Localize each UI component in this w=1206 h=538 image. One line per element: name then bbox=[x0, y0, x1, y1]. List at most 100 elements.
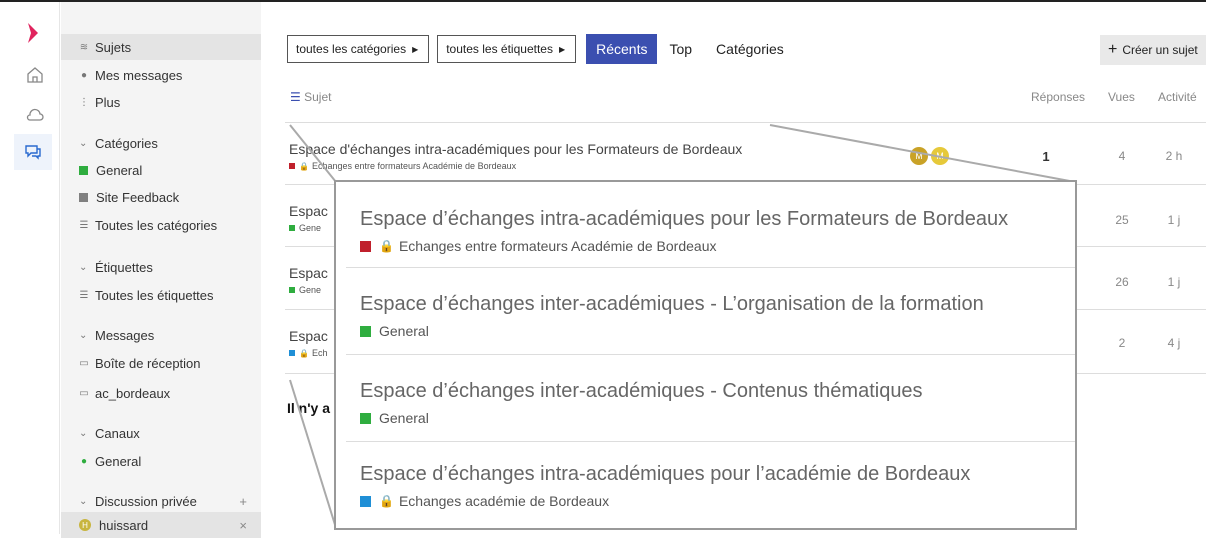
sidebar-section-label: Canaux bbox=[95, 425, 140, 441]
activity-time[interactable]: 1 j bbox=[1154, 213, 1194, 227]
category-label: Echanges académie de Bordeaux bbox=[398, 493, 610, 509]
sidebar-section-channels[interactable]: ⌄ Canaux bbox=[61, 420, 261, 446]
close-icon[interactable]: × bbox=[239, 518, 247, 533]
sidebar-section-tags[interactable]: ⌄ Étiquettes bbox=[61, 254, 261, 280]
callout-topic-category[interactable]: General bbox=[360, 323, 429, 339]
topic-category[interactable]: 🔒 Ech bbox=[289, 348, 327, 358]
list-icon: ☰ bbox=[290, 90, 301, 104]
sidebar-item-inbox[interactable]: ▭ Boîte de réception bbox=[61, 350, 261, 376]
sidebar-section-private-discussion[interactable]: ⌄ Discussion privée + bbox=[61, 488, 261, 514]
sidebar-section-categories[interactable]: ⌄ Catégories bbox=[61, 130, 261, 156]
sidebar-item-label: Site Feedback bbox=[96, 189, 180, 205]
list-item[interactable]: Espace d’échanges inter-académiques - L’… bbox=[346, 269, 1075, 355]
chat-bubble-icon: ● bbox=[80, 455, 88, 467]
add-icon[interactable]: + bbox=[239, 494, 247, 509]
chevron-down-icon: ⌄ bbox=[79, 495, 88, 507]
chevron-down-icon: ⌄ bbox=[79, 329, 88, 341]
chevron-down-icon: ⌄ bbox=[79, 427, 88, 439]
sidebar-item-label: huissard bbox=[99, 517, 149, 533]
sidebar-item-label: Toutes les catégories bbox=[95, 217, 218, 233]
sidebar-item-channel-general[interactable]: ● General bbox=[61, 448, 261, 474]
category-color-swatch bbox=[289, 163, 295, 169]
sidebar-item-mes-messages[interactable]: ● Mes messages bbox=[61, 62, 261, 88]
topic-category[interactable]: 🔒 Echanges entre formateurs Académie de … bbox=[289, 161, 516, 171]
home-icon[interactable] bbox=[22, 62, 48, 88]
more-vertical-icon: ⋮ bbox=[79, 96, 89, 108]
column-header-topic[interactable]: ☰ Sujet bbox=[290, 90, 331, 104]
list-icon: ☰ bbox=[79, 289, 89, 301]
category-color-swatch bbox=[79, 192, 88, 202]
callout-topic-title[interactable]: Espace d’échanges inter-académiques - L’… bbox=[360, 293, 984, 316]
chat-icon[interactable] bbox=[14, 134, 52, 170]
tab-recent[interactable]: Récents bbox=[586, 34, 658, 64]
callout-topic-title[interactable]: Espace d’échanges intra-académiques pour… bbox=[360, 463, 970, 486]
table-row[interactable]: Espace d'échanges intra-académiques pour… bbox=[285, 123, 1206, 185]
sidebar-item-label: Toutes les étiquettes bbox=[95, 287, 214, 303]
callout-topic-title[interactable]: Espace d’échanges intra-académiques pour… bbox=[360, 208, 1008, 231]
sidebar-item-label: Sujets bbox=[95, 39, 132, 55]
topic-title-link[interactable]: Espac bbox=[289, 203, 328, 219]
tags-dropdown-label: toutes les étiquettes bbox=[446, 42, 553, 56]
category-label: Ech bbox=[311, 348, 328, 358]
callout-topic-title[interactable]: Espace d’échanges inter-académiques - Co… bbox=[360, 380, 923, 403]
callout-topic-category[interactable]: 🔒 Echanges entre formateurs Académie de … bbox=[360, 238, 716, 254]
create-topic-button[interactable]: + Créer un sujet bbox=[1100, 35, 1206, 65]
zoom-callout: Espace d’échanges intra-académiques pour… bbox=[334, 180, 1077, 530]
topic-title-link[interactable]: Espace d'échanges intra-académiques pour… bbox=[289, 141, 742, 157]
sidebar-item-sujets[interactable]: ≋ Sujets bbox=[61, 34, 261, 60]
tab-top[interactable]: Top bbox=[657, 41, 704, 57]
list-item[interactable]: Espace d’échanges intra-académiques pour… bbox=[346, 182, 1075, 268]
sidebar-section-label: Messages bbox=[95, 327, 155, 343]
view-count: 2 bbox=[1118, 336, 1126, 350]
category-label: Gene bbox=[299, 223, 322, 233]
stack-icon: ≋ bbox=[79, 41, 89, 53]
sidebar-section-messages[interactable]: ⌄ Messages bbox=[61, 322, 261, 348]
topic-category[interactable]: Gene bbox=[289, 285, 321, 295]
caret-right-icon: ▶ bbox=[412, 44, 419, 54]
tags-dropdown[interactable]: toutes les étiquettes ▶ bbox=[437, 35, 577, 63]
caret-right-icon: ▶ bbox=[558, 44, 566, 54]
sidebar-item-general[interactable]: General bbox=[61, 157, 261, 183]
cloud-icon[interactable] bbox=[22, 102, 48, 128]
topic-category[interactable]: Gene bbox=[289, 223, 321, 233]
sidebar-item-site-feedback[interactable]: Site Feedback bbox=[61, 184, 261, 210]
callout-topic-category[interactable]: 🔒 Echanges académie de Bordeaux bbox=[360, 493, 609, 509]
view-count: 26 bbox=[1115, 275, 1129, 289]
sidebar-section-label: Discussion privée bbox=[95, 493, 197, 509]
list-item[interactable]: Espace d’échanges inter-académiques - Co… bbox=[346, 356, 1075, 442]
activity-time[interactable]: 4 j bbox=[1154, 336, 1194, 350]
column-header-views[interactable]: Vues bbox=[1108, 90, 1135, 104]
sidebar-item-all-categories[interactable]: ☰ Toutes les catégories bbox=[61, 212, 261, 238]
column-header-replies[interactable]: Réponses bbox=[1031, 90, 1085, 104]
sidebar-item-label: Mes messages bbox=[95, 67, 183, 83]
activity-time[interactable]: 1 j bbox=[1154, 275, 1194, 289]
app-rail bbox=[0, 2, 60, 534]
list-item[interactable]: Espace d’échanges intra-académiques pour… bbox=[346, 443, 1075, 529]
column-header-activity[interactable]: Activité bbox=[1158, 90, 1197, 104]
lock-icon: 🔒 bbox=[379, 494, 394, 508]
avatar[interactable]: M bbox=[910, 147, 928, 165]
logo-chevron-icon[interactable] bbox=[26, 22, 40, 44]
categories-dropdown[interactable]: toutes les catégories ▶ bbox=[287, 35, 430, 63]
sidebar-item-plus[interactable]: ⋮ Plus bbox=[61, 89, 261, 115]
reply-count[interactable]: 1 bbox=[1026, 149, 1066, 164]
avatar[interactable]: M bbox=[931, 147, 949, 165]
sidebar-item-label: General bbox=[95, 453, 142, 469]
activity-time[interactable]: 2 h bbox=[1154, 149, 1194, 163]
create-topic-label: Créer un sujet bbox=[1122, 43, 1198, 57]
category-label: General bbox=[379, 323, 429, 339]
category-color-swatch bbox=[289, 287, 295, 293]
category-color-swatch bbox=[289, 350, 295, 356]
chevron-down-icon: ⌄ bbox=[79, 137, 88, 149]
topic-title-link[interactable]: Espac bbox=[289, 328, 328, 344]
sidebar-item-label: Boîte de réception bbox=[95, 355, 201, 371]
sidebar-item-all-tags[interactable]: ☰ Toutes les étiquettes bbox=[61, 282, 261, 308]
sidebar-item-ac-bordeaux[interactable]: ▭ ac_bordeaux bbox=[61, 380, 261, 406]
sidebar-item-huissard[interactable]: H huissard × bbox=[61, 512, 261, 538]
topic-list-toolbar: toutes les catégories ▶ toutes les étiqu… bbox=[287, 33, 796, 65]
topic-title-link[interactable]: Espac bbox=[289, 265, 328, 281]
sidebar-item-label: Plus bbox=[95, 94, 121, 110]
tab-categories[interactable]: Catégories bbox=[704, 41, 796, 57]
callout-topic-category[interactable]: General bbox=[360, 410, 429, 426]
column-header-label: Sujet bbox=[304, 90, 332, 104]
